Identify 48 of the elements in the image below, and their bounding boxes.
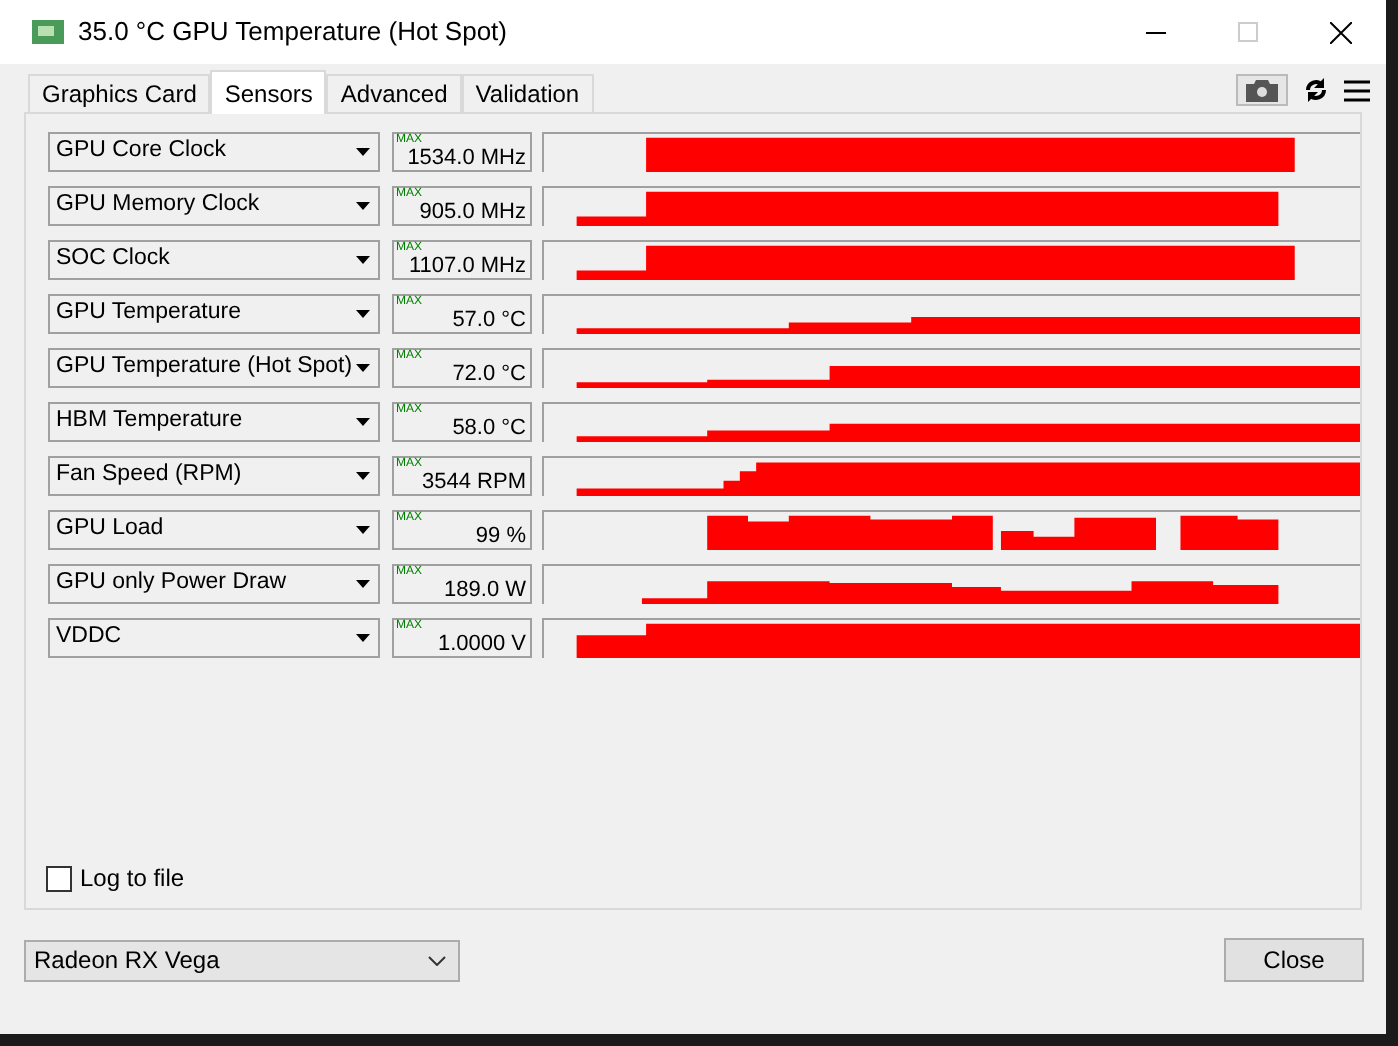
tab[interactable]: Validation [461, 74, 594, 112]
sensor-dropdown[interactable]: GPU Core Clock [48, 132, 380, 172]
graphics-card-icon [32, 20, 64, 44]
caret-icon [356, 148, 370, 156]
sensor-reading: 72.0 °C [452, 362, 526, 386]
refresh-icon[interactable] [1304, 78, 1328, 102]
sensor-reading: 3544 RPM [422, 470, 526, 494]
caret-icon [356, 310, 370, 318]
caret-icon [356, 256, 370, 264]
caret-icon [356, 364, 370, 372]
menu-icon[interactable] [1344, 79, 1370, 101]
tab[interactable]: Advanced [326, 74, 462, 112]
camera-button[interactable] [1236, 74, 1288, 106]
device-select[interactable]: Radeon RX Vega [24, 939, 460, 981]
chevron-down-icon [428, 955, 446, 965]
maximize-icon [1238, 22, 1258, 42]
caret-icon [356, 526, 370, 534]
sensor-dropdown[interactable]: GPU only Power Draw [48, 564, 380, 604]
sensor-dropdown[interactable]: GPU Memory Clock [48, 186, 380, 226]
close-icon [1329, 21, 1351, 43]
sensor-reading: 1.0000 V [437, 632, 526, 656]
sensor-dropdown[interactable]: GPU Temperature [48, 294, 380, 334]
sensor-reading: 1107.0 MHz [409, 254, 526, 278]
caret-icon [356, 418, 370, 426]
sensor-dropdown[interactable]: SOC Clock [48, 240, 380, 280]
sensor-dropdown[interactable]: Fan Speed (RPM) [48, 456, 380, 496]
close-button[interactable]: Close [1224, 938, 1364, 982]
sensor-dropdown[interactable]: HBM Temperature [48, 402, 380, 442]
window-title: 35.0 °C GPU Temperature (Hot Spot) [78, 14, 507, 51]
caret-icon [356, 580, 370, 588]
sensor-reading: 57.0 °C [452, 308, 526, 332]
tab[interactable]: Graphics Card [28, 74, 211, 112]
sensor-reading: 905.0 MHz [419, 200, 526, 224]
checkbox[interactable] [46, 865, 72, 891]
sensor-reading: 99 % [475, 524, 526, 548]
sensor-reading: 58.0 °C [452, 416, 526, 440]
minimize-icon [1146, 31, 1166, 33]
camera-icon [1246, 79, 1278, 101]
caret-icon [356, 472, 370, 480]
checkbox-label: Log to file [80, 862, 185, 896]
sensor-dropdown[interactable]: VDDC [48, 618, 380, 658]
sensor-reading: 1534.0 MHz [407, 146, 526, 170]
sensor-dropdown[interactable]: GPU Temperature (Hot Spot) [48, 348, 380, 388]
caret-icon [356, 202, 370, 210]
sensor-dropdown[interactable]: GPU Load [48, 510, 380, 550]
sensor-reading: 189.0 W [444, 578, 526, 602]
caret-icon [356, 634, 370, 642]
tab[interactable]: Sensors [210, 70, 327, 114]
